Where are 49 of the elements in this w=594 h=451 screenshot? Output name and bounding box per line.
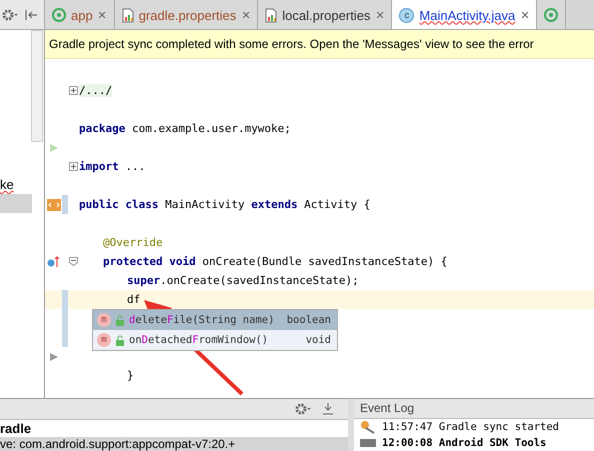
settings-icon[interactable] [2,8,18,22]
sdk-icon [360,438,376,447]
expand-icon[interactable] [69,162,78,171]
unlock-icon [115,334,125,346]
expand-icon[interactable] [69,86,78,95]
editor-tab[interactable]: gradle.properties ✕ [114,0,258,29]
folded-code: /.../ [79,84,112,97]
class-icon: c [399,8,414,22]
code-line: } [127,369,134,382]
method-icon: m [97,333,111,347]
wrench-gear-icon [360,420,376,434]
close-icon[interactable]: ✕ [375,8,384,22]
close-icon[interactable]: ✕ [98,8,107,22]
code-line: super.onCreate(savedInstanceState); [127,274,359,287]
triangle-icon [48,352,58,362]
panel-heading: radle [0,420,348,437]
hide-panel-icon[interactable] [24,8,38,22]
code-line: import ... [79,160,146,173]
run-triangle-icon [48,142,58,152]
code-line: public class MainActivity extends Activity { [79,198,370,211]
log-entry: 11:57:47 Gradle sync started [382,420,560,433]
tree-item[interactable]: ke [0,175,32,194]
notification-banner: Gradle project sync completed with some errors. Open the 'Messages' view to see the error [45,30,594,59]
android-icon [544,8,558,22]
completion-item[interactable]: m deleteFile(String name) boolean [93,310,337,330]
method-name: deleteFile(String name) [129,314,276,326]
file-chart-icon [122,8,134,22]
message-row[interactable]: ve: com.android.support:appcompat-v7:20.+ [0,437,348,451]
code-line: protected void onCreate(Bundle savedInstanceState) { [103,255,448,268]
code-line: @Override [103,236,163,249]
download-icon[interactable] [322,402,334,416]
log-entry: 12:00:08 Android SDK Tools [382,436,546,449]
override-icon [46,256,60,268]
android-icon [52,8,66,22]
method-icon: m [97,313,111,327]
editor-tab[interactable]: c MainActivity.java ✕ [392,0,538,29]
code-line: df [127,293,140,306]
code-line: package com.example.user.mywoke; [79,122,291,135]
collapse-icon[interactable] [69,257,78,266]
panel-title: Event Log [354,399,594,419]
close-icon[interactable]: ✕ [520,8,530,22]
return-type: boolean [286,314,331,326]
settings-icon[interactable] [294,402,312,416]
class-file-icon [46,198,60,210]
file-chart-icon [265,8,278,22]
close-icon[interactable]: ✕ [241,8,250,22]
method-name: onDetachedFromWindow() [129,334,270,346]
return-type: void [306,334,331,346]
unlock-icon [115,314,125,326]
